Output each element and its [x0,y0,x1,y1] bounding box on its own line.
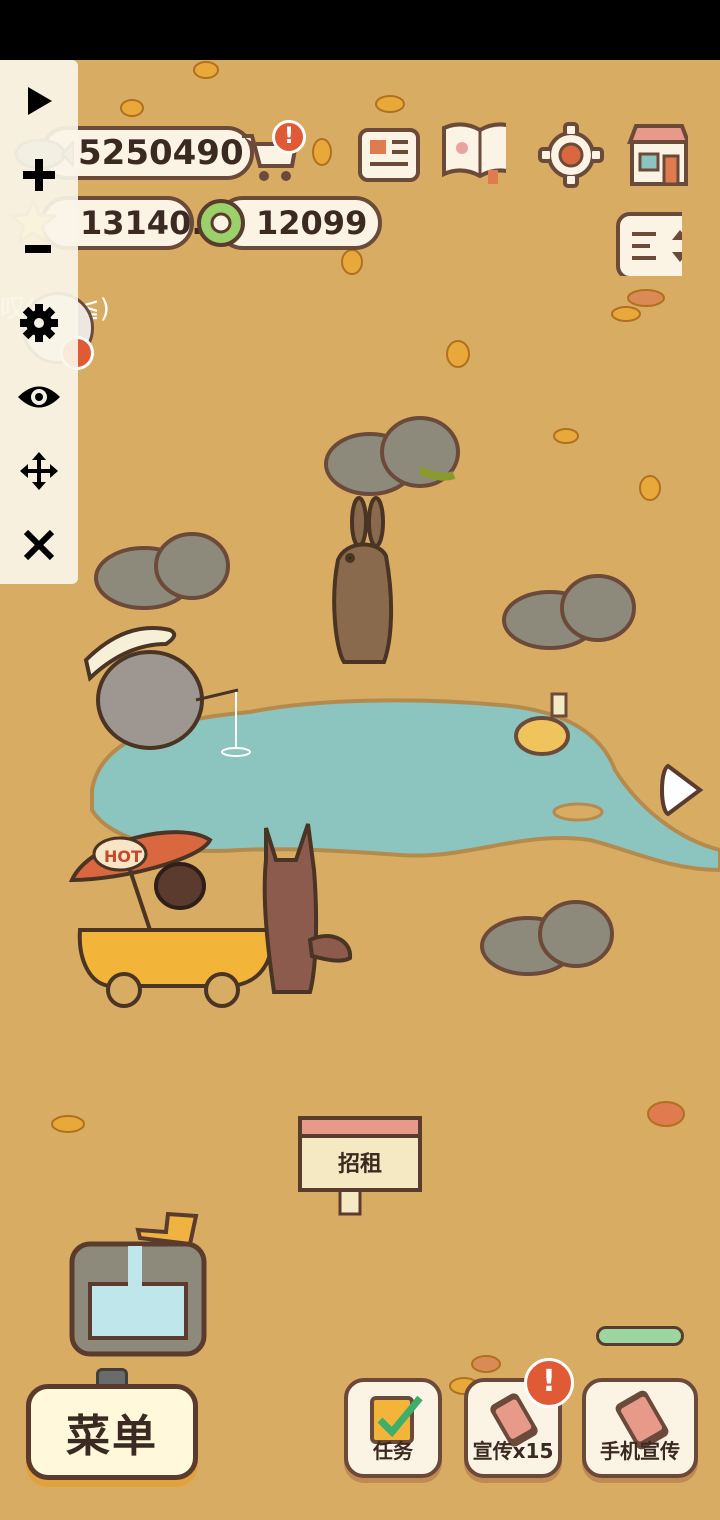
next-scene-arrow [660,763,704,817]
phone-promote-button[interactable]: 手机宣传 [582,1378,698,1478]
rabbit-character [332,496,394,664]
phone-promote-label: 手机宣传 [600,1439,680,1463]
menu-button[interactable]: 菜单 [26,1384,198,1480]
coin-amount: 12099 [256,204,368,242]
recipe-book-icon[interactable] [440,118,506,184]
svg-text:HOT: HOT [104,847,142,866]
plus-icon[interactable] [14,150,64,200]
phone-promote-progress-bar [596,1326,684,1346]
shop-icon[interactable] [622,120,688,186]
layout-toggle-icon[interactable] [616,210,682,276]
play-icon[interactable] [14,76,64,126]
for-rent-sign-label[interactable]: 招租 [308,1146,412,1178]
close-icon[interactable] [14,520,64,570]
newspaper-icon[interactable] [356,122,422,188]
promote-label: 宣传x15 [472,1439,554,1463]
move-icon[interactable] [14,446,64,496]
fish-amount: 5250490 [78,133,244,173]
hotdog-cart: HOT [68,830,274,1008]
eye-icon[interactable] [14,372,64,422]
floating-bread-basket [514,692,570,756]
stone-water-fountain [69,1211,207,1357]
rock-cluster-4 [480,900,614,976]
rock-cluster-1 [324,416,460,496]
cart-alert-badge: ! [272,120,306,154]
rock-cluster-3 [502,574,636,650]
minus-icon[interactable] [14,224,64,274]
coin-icon [197,199,245,247]
floating-tool-bar [0,60,78,584]
task-button[interactable]: 任务 [344,1378,442,1478]
rock-cluster-2 [94,532,230,610]
gear-icon[interactable] [14,298,64,348]
task-label: 任务 [373,1439,413,1463]
promote-alert-badge: ! [524,1358,574,1408]
settings-gear-icon[interactable] [538,122,604,188]
